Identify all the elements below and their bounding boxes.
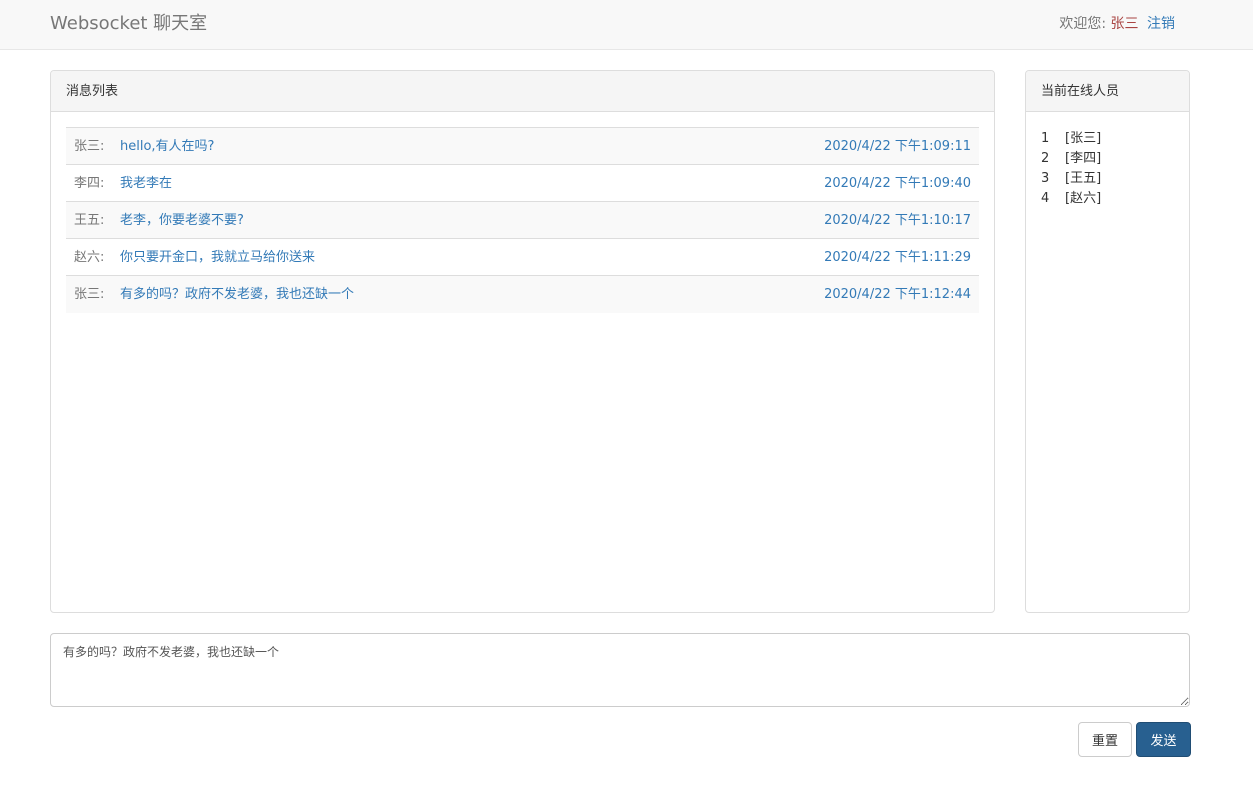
message-sender: 李四: — [74, 176, 105, 191]
online-user-number: 2 — [1041, 151, 1050, 166]
online-user-item: 4 [赵六] — [1041, 189, 1101, 209]
message-time: 2020/4/22 下午1:09:11 — [824, 139, 971, 154]
message-text: 我老李在 — [120, 176, 173, 191]
message-input[interactable]: 有多的吗？政府不发老婆，我也还缺一个 — [50, 633, 1190, 707]
current-username: 张三 — [1110, 16, 1139, 32]
top-navbar: Websocket 聊天室 欢迎您: 张三 注销 — [0, 0, 1253, 50]
online-users-panel: 当前在线人员 1 [张三] 2 [李四] 3 [王五] 4 [赵六] — [1025, 70, 1190, 613]
message-row: 李四: 我老李在 2020/4/22 下午1:09:40 — [66, 165, 979, 202]
online-user-name: [张三] — [1065, 131, 1102, 146]
online-users-title: 当前在线人员 — [1026, 71, 1189, 112]
message-time: 2020/4/22 下午1:11:29 — [824, 250, 971, 265]
message-list-panel: 消息列表 张三: hello,有人在吗? 2020/4/22 下午1:09:11… — [50, 70, 995, 613]
online-user-name: [王五] — [1065, 171, 1102, 186]
message-sender: 王五: — [74, 213, 105, 228]
brand-title[interactable]: Websocket 聊天室 — [50, 13, 207, 35]
welcome-label: 欢迎您: — [1059, 16, 1107, 32]
send-button[interactable]: 发送 — [1136, 722, 1191, 757]
online-user-number: 1 — [1041, 131, 1050, 146]
message-sender: 张三: — [74, 139, 105, 154]
user-nav: 欢迎您: 张三 注销 — [1059, 15, 1175, 33]
logout-link[interactable]: 注销 — [1147, 16, 1175, 32]
message-time: 2020/4/22 下午1:12:44 — [824, 287, 971, 302]
online-user-number: 4 — [1041, 191, 1050, 206]
reset-button[interactable]: 重置 — [1078, 722, 1132, 757]
online-user-name: [赵六] — [1065, 191, 1102, 206]
message-row: 张三: 有多的吗？政府不发老婆，我也还缺一个 2020/4/22 下午1:12:… — [66, 276, 979, 313]
online-user-item: 2 [李四] — [1041, 149, 1101, 169]
message-text: 你只要开金口，我就立马给你送来 — [120, 250, 316, 265]
online-user-name: [李四] — [1065, 151, 1102, 166]
message-sender: 张三: — [74, 287, 105, 302]
message-list-title: 消息列表 — [51, 71, 994, 112]
message-sender: 赵六: — [74, 250, 105, 265]
online-user-item: 1 [张三] — [1041, 129, 1101, 149]
message-row: 赵六: 你只要开金口，我就立马给你送来 2020/4/22 下午1:11:29 — [66, 239, 979, 276]
online-user-item: 3 [王五] — [1041, 169, 1101, 189]
message-time: 2020/4/22 下午1:09:40 — [824, 176, 971, 191]
message-row: 张三: hello,有人在吗? 2020/4/22 下午1:09:11 — [66, 128, 979, 165]
online-user-number: 3 — [1041, 171, 1050, 186]
message-time: 2020/4/22 下午1:10:17 — [824, 213, 971, 228]
message-text: 有多的吗？政府不发老婆，我也还缺一个 — [120, 287, 355, 302]
message-text: 老李，你要老婆不要? — [120, 213, 244, 228]
message-text: hello,有人在吗? — [120, 139, 215, 154]
online-users-list: 1 [张三] 2 [李四] 3 [王五] 4 [赵六] — [1041, 129, 1101, 209]
message-row: 王五: 老李，你要老婆不要? 2020/4/22 下午1:10:17 — [66, 202, 979, 239]
message-table: 张三: hello,有人在吗? 2020/4/22 下午1:09:11 李四: … — [66, 127, 979, 313]
